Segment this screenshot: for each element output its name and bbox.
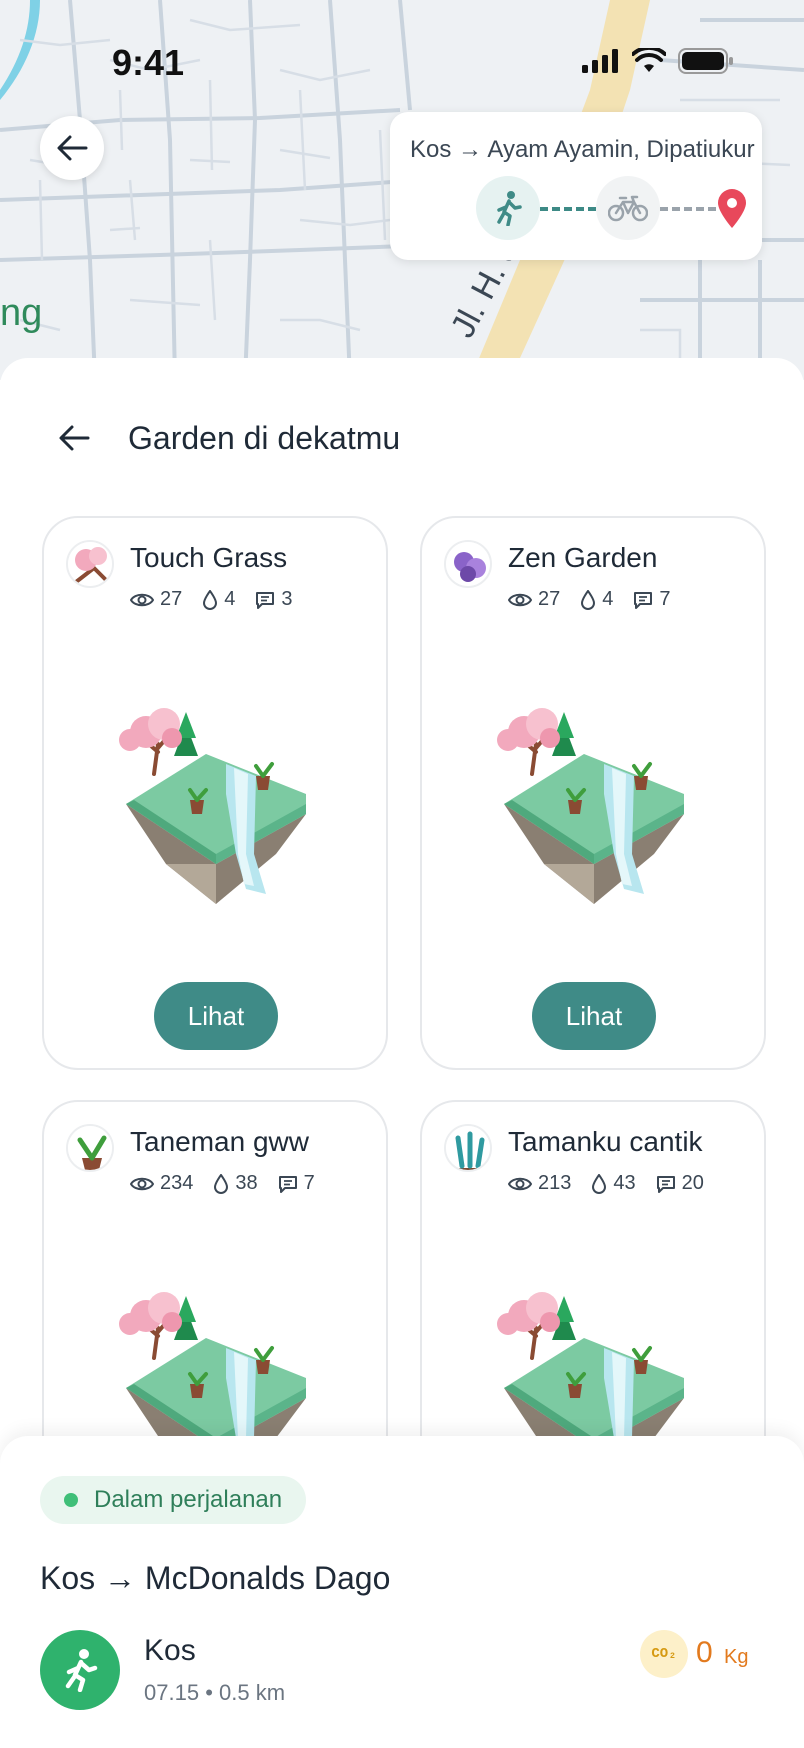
co2-icon: CO₂ <box>640 1630 688 1678</box>
step-bike[interactable] <box>596 176 660 240</box>
water-drop-icon <box>592 1173 607 1194</box>
comment-icon <box>278 1175 297 1193</box>
views-stat: 213 <box>508 1172 571 1195</box>
signal-icon <box>582 49 618 73</box>
garden-card[interactable]: Touch Grass 27 4 3 Lihat <box>42 516 388 1070</box>
water-stat: 38 <box>213 1172 258 1195</box>
comment-icon <box>634 591 653 609</box>
garden-avatar <box>66 540 114 588</box>
trip-origin: Kos <box>144 1634 196 1667</box>
trip-status-badge: Dalam perjalanan <box>40 1476 307 1524</box>
water-drop-icon <box>581 589 596 610</box>
purple-flowers-icon <box>446 542 490 586</box>
trip-status-text: Dalam perjalanan <box>94 1486 283 1513</box>
comments-count: 7 <box>659 588 671 610</box>
wifi-icon <box>632 48 666 72</box>
view-garden-button[interactable]: Lihat <box>154 982 278 1050</box>
garden-avatar <box>444 1124 492 1172</box>
map-back-button[interactable] <box>40 116 104 180</box>
comments-stat: 7 <box>633 588 671 611</box>
arrow-left-icon <box>57 135 88 161</box>
views-count: 234 <box>160 1172 194 1194</box>
trip-panel[interactable]: Dalam perjalanan Kos → McDonalds Dago Ko… <box>0 1436 804 1748</box>
comment-icon <box>656 1175 675 1193</box>
trip-distance: 0.5 km <box>219 1680 286 1705</box>
water-stat: 4 <box>202 588 235 611</box>
comments-stat: 3 <box>255 588 293 611</box>
garden-stats: 27 4 3 <box>130 588 305 611</box>
trip-mode-badge <box>40 1630 120 1710</box>
status-icons <box>582 48 734 74</box>
eye-icon <box>508 593 532 606</box>
battery-icon <box>678 48 733 74</box>
sheet-title: Garden di dekatmu <box>128 420 401 456</box>
sheet-back-button[interactable] <box>52 416 96 460</box>
eye-icon <box>130 1177 154 1190</box>
trip-route: Kos → McDonalds Dago <box>40 1560 391 1596</box>
arrow-left-icon <box>59 425 90 451</box>
route-dash-active <box>540 207 596 211</box>
floating-island-illustration <box>497 708 684 904</box>
views-stat: 234 <box>130 1172 193 1195</box>
garden-avatar <box>444 540 492 588</box>
sheet-header: Garden di dekatmu <box>0 406 804 470</box>
views-stat: 27 <box>508 588 560 611</box>
water-drop-icon <box>203 589 218 610</box>
bicycle-icon <box>608 195 648 222</box>
eye-icon <box>130 593 154 606</box>
co2-unit: Kg <box>724 1646 749 1668</box>
garden-name: Taneman gww <box>130 1126 309 1157</box>
garden-name: Zen Garden <box>508 542 658 573</box>
comments-count: 7 <box>303 1172 315 1194</box>
destination-pin-icon <box>718 189 746 228</box>
cherry-blossom-icon <box>68 542 112 586</box>
route-dash-pending <box>660 207 716 211</box>
step-walk[interactable] <box>476 176 540 240</box>
eye-icon <box>508 1177 532 1190</box>
garden-stats: 234 38 7 <box>130 1172 327 1195</box>
water-count: 4 <box>224 588 236 610</box>
garden-stats: 27 4 7 <box>508 588 683 611</box>
walking-icon <box>497 191 522 226</box>
comments-stat: 7 <box>278 1172 315 1195</box>
water-count: 43 <box>613 1172 636 1194</box>
garden-name: Tamanku cantik <box>508 1126 703 1157</box>
water-count: 4 <box>602 588 614 610</box>
views-count: 27 <box>538 588 561 610</box>
comment-icon <box>256 591 275 609</box>
water-count: 38 <box>235 1172 258 1194</box>
floating-island-illustration <box>119 708 306 904</box>
garden-avatar <box>66 1124 114 1172</box>
garden-card[interactable]: Zen Garden 27 4 7 Lihat <box>420 516 766 1070</box>
status-time: 9:41 <box>112 42 185 83</box>
trip-time: 07.15 <box>144 1680 200 1705</box>
route-card[interactable]: Kos → Ayam Ayamin, Dipatiukur <box>390 112 762 260</box>
water-drop-icon <box>214 1173 229 1194</box>
meta-separator: • <box>205 1680 213 1705</box>
coral-plant-icon <box>446 1126 490 1170</box>
water-stat: 43 <box>591 1172 636 1195</box>
view-garden-button[interactable]: Lihat <box>532 982 656 1050</box>
map-place-label: ng <box>0 292 43 334</box>
comments-count: 3 <box>281 588 293 610</box>
status-bar: 9:41 <box>0 0 804 120</box>
trip-meta: 07.15 • 0.5 km <box>144 1680 285 1706</box>
comments-count: 20 <box>681 1172 704 1194</box>
potted-plant-icon <box>68 1126 112 1170</box>
views-count: 27 <box>160 588 183 610</box>
route-title: Kos → Ayam Ayamin, Dipatiukur <box>410 136 755 163</box>
garden-stats: 213 43 20 <box>508 1172 716 1195</box>
views-count: 213 <box>538 1172 572 1194</box>
water-stat: 4 <box>580 588 613 611</box>
garden-name: Touch Grass <box>130 542 288 573</box>
status-dot <box>64 1493 78 1507</box>
views-stat: 27 <box>130 588 182 611</box>
route-steps <box>476 176 752 240</box>
comments-stat: 20 <box>656 1172 704 1195</box>
co2-value: 0 <box>696 1636 713 1669</box>
running-icon <box>65 1649 98 1692</box>
